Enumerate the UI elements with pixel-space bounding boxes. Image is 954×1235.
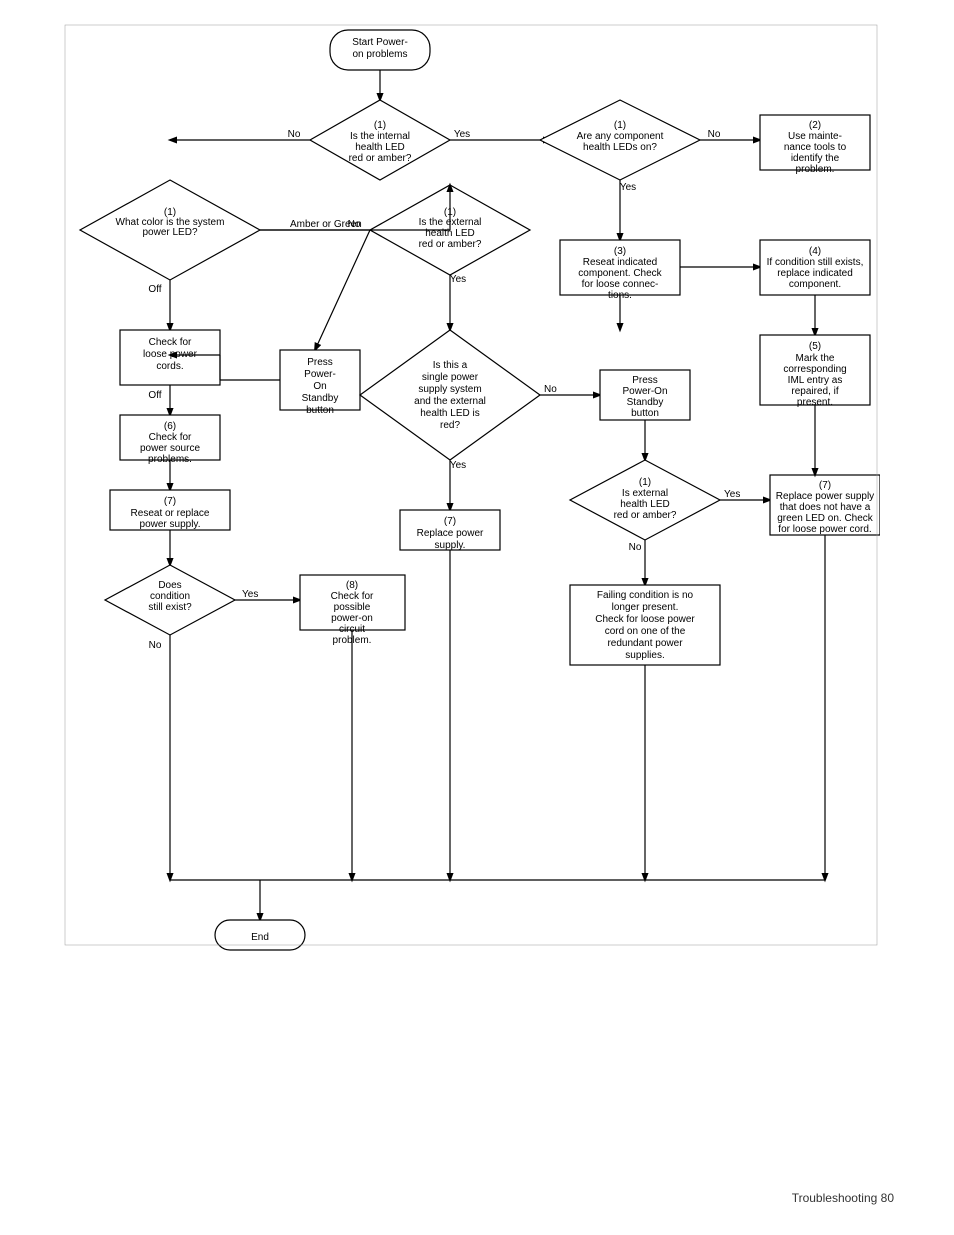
svg-text:Off: Off xyxy=(148,390,161,401)
svg-text:power supply.: power supply. xyxy=(140,519,201,530)
svg-text:Power-: Power- xyxy=(304,369,336,380)
svg-text:possible: possible xyxy=(334,602,371,613)
svg-text:(7): (7) xyxy=(164,496,176,507)
svg-text:Check for loose power: Check for loose power xyxy=(595,614,695,625)
svg-text:identify the: identify the xyxy=(791,153,840,164)
svg-text:red or amber?: red or amber? xyxy=(614,510,677,521)
svg-text:(3): (3) xyxy=(614,246,626,257)
svg-text:(4): (4) xyxy=(809,246,821,257)
svg-text:Standby: Standby xyxy=(302,393,339,404)
svg-text:for loose power cord.: for loose power cord. xyxy=(778,524,871,535)
svg-text:Press: Press xyxy=(632,375,658,386)
svg-text:IML entry as: IML entry as xyxy=(788,375,843,386)
svg-text:condition: condition xyxy=(150,591,190,602)
svg-text:No: No xyxy=(149,640,162,651)
svg-text:On: On xyxy=(313,381,326,392)
svg-text:(7): (7) xyxy=(819,480,831,491)
svg-text:Are any component: Are any component xyxy=(577,131,664,142)
svg-text:and the external: and the external xyxy=(414,396,486,407)
svg-text:repaired, if: repaired, if xyxy=(791,386,838,397)
svg-text:Yes: Yes xyxy=(450,274,466,285)
svg-text:button: button xyxy=(631,408,659,419)
flowchart-area: Start Power- on problems (1) Is the inte… xyxy=(60,20,880,980)
svg-text:that does not have a: that does not have a xyxy=(780,502,871,513)
svg-text:cord on one of the: cord on one of the xyxy=(605,626,686,637)
svg-text:Check for: Check for xyxy=(331,591,374,602)
svg-text:longer present.: longer present. xyxy=(612,602,679,613)
svg-text:replace indicated: replace indicated xyxy=(777,268,853,279)
svg-text:single power: single power xyxy=(422,372,479,383)
svg-text:If condition still exists,: If condition still exists, xyxy=(767,257,864,268)
svg-text:Yes: Yes xyxy=(450,460,466,471)
svg-text:(1): (1) xyxy=(639,477,651,488)
svg-text:Failing condition is no: Failing condition is no xyxy=(597,590,694,601)
svg-text:Is external: Is external xyxy=(622,488,668,499)
svg-text:problem.: problem. xyxy=(796,164,835,175)
svg-text:red?: red? xyxy=(440,420,460,431)
svg-text:power-on: power-on xyxy=(331,613,373,624)
svg-text:supply.: supply. xyxy=(435,540,466,551)
svg-text:Start Power-: Start Power- xyxy=(352,37,408,48)
svg-text:redundant power: redundant power xyxy=(607,638,683,649)
svg-text:Yes: Yes xyxy=(620,182,636,193)
svg-text:on problems: on problems xyxy=(352,49,407,60)
svg-text:Mark the: Mark the xyxy=(796,353,835,364)
svg-text:(5): (5) xyxy=(809,341,821,352)
svg-text:Off: Off xyxy=(148,284,161,295)
footer-text: Troubleshooting 80 xyxy=(792,1191,894,1205)
svg-text:nance tools to: nance tools to xyxy=(784,142,847,153)
svg-text:Is the internal: Is the internal xyxy=(350,131,410,142)
svg-text:No: No xyxy=(348,219,361,230)
svg-text:Does: Does xyxy=(158,580,181,591)
svg-text:supply system: supply system xyxy=(418,384,481,395)
svg-text:(7): (7) xyxy=(444,516,456,527)
page-footer: Troubleshooting 80 xyxy=(792,1191,894,1205)
svg-text:cords.: cords. xyxy=(156,361,183,372)
svg-text:No: No xyxy=(288,129,301,140)
svg-text:No: No xyxy=(708,129,721,140)
svg-text:power source: power source xyxy=(140,443,200,454)
svg-text:health LED: health LED xyxy=(355,142,404,153)
svg-text:health LEDs on?: health LEDs on? xyxy=(583,142,657,153)
svg-text:green LED on. Check: green LED on. Check xyxy=(777,513,874,524)
svg-text:Is this a: Is this a xyxy=(433,360,468,371)
svg-text:component. Check: component. Check xyxy=(578,268,662,279)
svg-text:red or amber?: red or amber? xyxy=(419,239,482,250)
svg-text:corresponding: corresponding xyxy=(783,364,846,375)
page: Start Power- on problems (1) Is the inte… xyxy=(0,0,954,1235)
svg-text:Power-On: Power-On xyxy=(622,386,667,397)
svg-text:Yes: Yes xyxy=(242,589,258,600)
svg-text:(1): (1) xyxy=(614,120,626,131)
svg-text:component.: component. xyxy=(789,279,841,290)
svg-text:Yes: Yes xyxy=(454,129,470,140)
svg-text:(8): (8) xyxy=(346,580,358,591)
svg-text:power LED?: power LED? xyxy=(142,227,197,238)
svg-text:health LED is: health LED is xyxy=(420,408,479,419)
svg-text:button: button xyxy=(306,405,334,416)
svg-text:Replace power: Replace power xyxy=(417,528,484,539)
svg-text:still exist?: still exist? xyxy=(148,602,192,613)
svg-text:Press: Press xyxy=(307,357,333,368)
svg-text:Reseat indicated: Reseat indicated xyxy=(583,257,658,268)
svg-text:red or amber?: red or amber? xyxy=(349,153,412,164)
svg-text:Standby: Standby xyxy=(627,397,664,408)
svg-text:health LED: health LED xyxy=(620,499,669,510)
svg-text:Check for: Check for xyxy=(149,432,192,443)
svg-text:Replace power supply: Replace power supply xyxy=(776,491,874,502)
svg-text:No: No xyxy=(544,384,557,395)
svg-text:Use mainte-: Use mainte- xyxy=(788,131,842,142)
svg-text:Yes: Yes xyxy=(724,489,740,500)
svg-text:(2): (2) xyxy=(809,120,821,131)
svg-text:Check for: Check for xyxy=(149,337,192,348)
svg-text:supplies.: supplies. xyxy=(625,650,664,661)
svg-text:(6): (6) xyxy=(164,421,176,432)
svg-text:Reseat or replace: Reseat or replace xyxy=(131,508,210,519)
svg-text:End: End xyxy=(251,932,269,943)
svg-text:for loose connec-: for loose connec- xyxy=(582,279,659,290)
svg-text:(1): (1) xyxy=(374,120,386,131)
svg-text:No: No xyxy=(629,542,642,553)
